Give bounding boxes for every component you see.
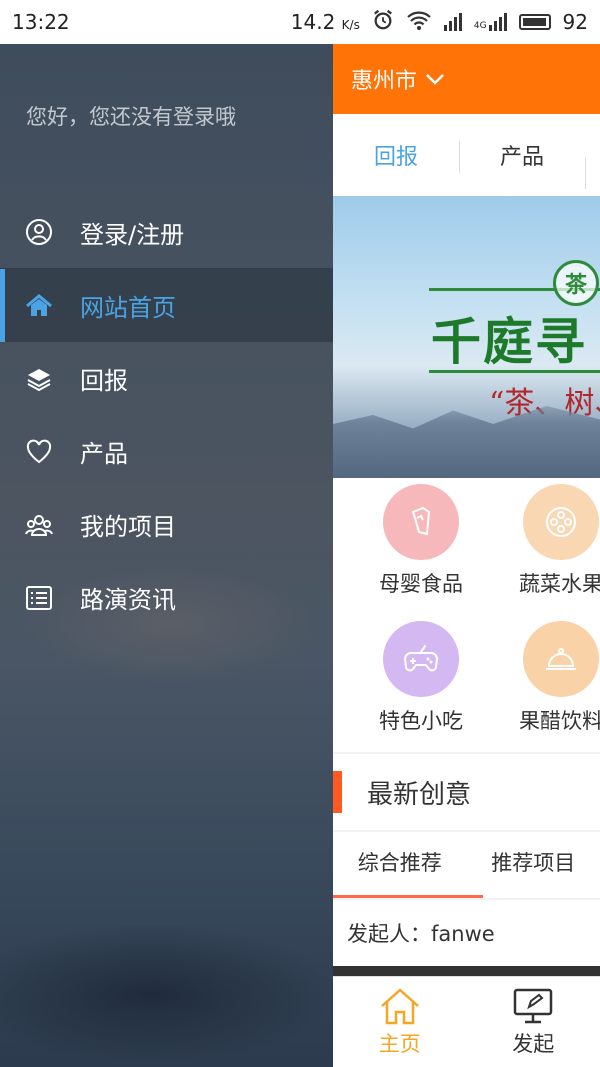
nav-label: 主页	[378, 1032, 421, 1056]
banner-title: 千庭寻	[431, 312, 587, 371]
drawer-menu: 登录/注册 网站首页 回报 产品 我的项目 路演资讯	[0, 196, 333, 634]
top-bar: 惠州市	[333, 44, 600, 114]
status-icons: 14.2 K/s 4G 92	[291, 9, 588, 36]
nav-label: 发起	[512, 1032, 555, 1056]
drawer-item-products[interactable]: 产品	[0, 415, 333, 488]
home-icon	[24, 291, 54, 321]
category-label: 母婴食品	[379, 572, 463, 596]
status-time: 13:22	[12, 10, 70, 34]
nav-home[interactable]: 主页	[333, 977, 467, 1067]
tab-recommended-projects[interactable]: 推荐项目	[467, 832, 600, 898]
user-circle-icon	[24, 217, 54, 247]
tab-rewards[interactable]: 回报	[333, 139, 459, 171]
drawer-item-label: 回报	[80, 367, 128, 395]
nav-launch[interactable]: 发起	[467, 977, 600, 1067]
network-speed: 14.2 K/s	[290, 10, 360, 34]
drawer-item-label: 登录/注册	[80, 220, 185, 249]
battery-level: 92	[562, 10, 588, 34]
section-header: 最新创意	[333, 754, 600, 830]
signal-icon	[443, 13, 462, 31]
drawer-item-my-projects[interactable]: 我的项目	[0, 488, 333, 561]
home-outline-icon	[380, 988, 419, 1025]
battery-icon	[518, 14, 551, 30]
category-label: 特色小吃	[379, 709, 463, 733]
city-selector[interactable]: 惠州市	[351, 63, 417, 95]
cloche-icon	[523, 621, 599, 697]
category-grid: 母婴食品 蔬菜水果 特色小吃 果醋饮料	[333, 478, 600, 752]
category-label: 果醋饮料	[519, 709, 600, 733]
category-vinegar-drinks[interactable]: 果醋饮料	[491, 621, 600, 735]
bottle-icon	[383, 484, 459, 560]
drawer-item-label: 网站首页	[80, 294, 176, 322]
promo-banner[interactable]: 茶 千庭寻 “茶、树、	[333, 196, 600, 478]
category-vegetables-fruit[interactable]: 蔬菜水果	[491, 484, 600, 598]
layers-icon	[24, 364, 54, 394]
drawer-item-label: 路演资讯	[80, 586, 176, 614]
initiator-text: 发起人：fanwe	[333, 900, 600, 966]
tea-seal-icon: 茶	[553, 260, 599, 306]
drawer-item-roadshow-news[interactable]: 路演资讯	[0, 561, 333, 634]
signal-4g-icon: 4G	[474, 13, 507, 31]
alarm-icon	[372, 9, 394, 36]
category-label: 蔬菜水果	[519, 572, 600, 596]
drawer-item-home[interactable]: 网站首页	[0, 269, 333, 342]
category-tabs: 回报 产品	[333, 114, 600, 196]
heart-icon	[24, 437, 54, 467]
recommend-tabs: 综合推荐 推荐项目	[333, 832, 600, 898]
section-title: 最新创意	[367, 779, 472, 810]
status-bar: 13:22 14.2 K/s 4G 92	[0, 0, 600, 44]
monitor-edit-icon	[514, 988, 553, 1024]
drawer-item-rewards[interactable]: 回报	[0, 342, 333, 415]
list-icon	[24, 583, 54, 613]
drawer-item-label: 我的项目	[80, 513, 176, 541]
login-greeting: 您好，您还没有登录哦	[26, 105, 236, 129]
wifi-icon	[406, 10, 432, 35]
section-accent-bar	[333, 771, 342, 813]
main-content: 惠州市 回报 产品 茶 千庭寻 “茶、树、 母婴食品 蔬菜水果	[333, 44, 600, 1067]
tab-products[interactable]: 产品	[459, 139, 585, 173]
category-baby-food[interactable]: 母婴食品	[351, 484, 491, 598]
gamepad-icon	[383, 621, 459, 697]
group-icon	[24, 510, 54, 540]
tab-comprehensive[interactable]: 综合推荐	[333, 832, 483, 898]
category-snacks[interactable]: 特色小吃	[351, 621, 491, 735]
side-drawer: 您好，您还没有登录哦 登录/注册 网站首页 回报 产品 我的项目 路演资讯	[0, 44, 333, 1067]
drawer-item-login[interactable]: 登录/注册	[0, 196, 333, 269]
bottom-nav: 主页 发起	[333, 976, 600, 1067]
chevron-down-icon[interactable]	[425, 67, 445, 92]
drawer-item-label: 产品	[80, 440, 128, 468]
film-reel-icon	[523, 484, 599, 560]
